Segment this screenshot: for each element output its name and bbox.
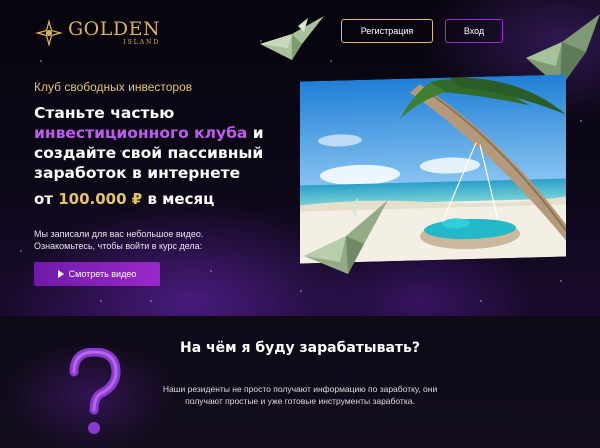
earn-section-title: На чём я буду зарабатывать? <box>0 340 600 356</box>
watch-video-button[interactable]: Смотреть видео <box>34 262 160 286</box>
hero-headline: Станьте частью инвестиционного клуба и с… <box>34 103 284 183</box>
headline-part1: Станьте частью <box>34 104 175 122</box>
income-line: от 100.000 ₽ в месяц <box>34 190 214 208</box>
logo-wordmark: GOLDEN ISLAND <box>68 18 161 47</box>
register-button[interactable]: Регистрация <box>341 19 433 43</box>
earn-title-text: На чём я буду зарабатывать? <box>180 340 420 356</box>
hero-section: GOLDEN ISLAND Регистрация Вход Клуб своб… <box>0 0 600 316</box>
income-suffix: в месяц <box>147 190 215 208</box>
brand-logo[interactable]: GOLDEN ISLAND <box>34 18 160 48</box>
watch-video-label: Смотреть видео <box>68 269 137 279</box>
logo-subtext: ISLAND <box>123 39 161 46</box>
money-origami-bird-icon <box>260 16 324 60</box>
login-button[interactable]: Вход <box>445 19 503 43</box>
hero-kicker: Клуб свободных инвесторов <box>34 80 193 94</box>
money-origami-bird-icon <box>304 198 388 274</box>
income-prefix: от <box>34 190 53 208</box>
question-mark-icon <box>69 348 121 434</box>
star-compass-icon <box>35 19 63 47</box>
play-icon <box>57 270 64 278</box>
logo-text: GOLDEN <box>68 18 161 40</box>
income-amount: 100.000 ₽ <box>58 190 143 208</box>
earn-section-text: Наши резиденты не просто получают информ… <box>162 384 438 406</box>
hero-description: Мы записали для вас небольшое видео. Озн… <box>34 229 204 251</box>
headline-accent: инвестиционного клуба <box>34 124 248 142</box>
